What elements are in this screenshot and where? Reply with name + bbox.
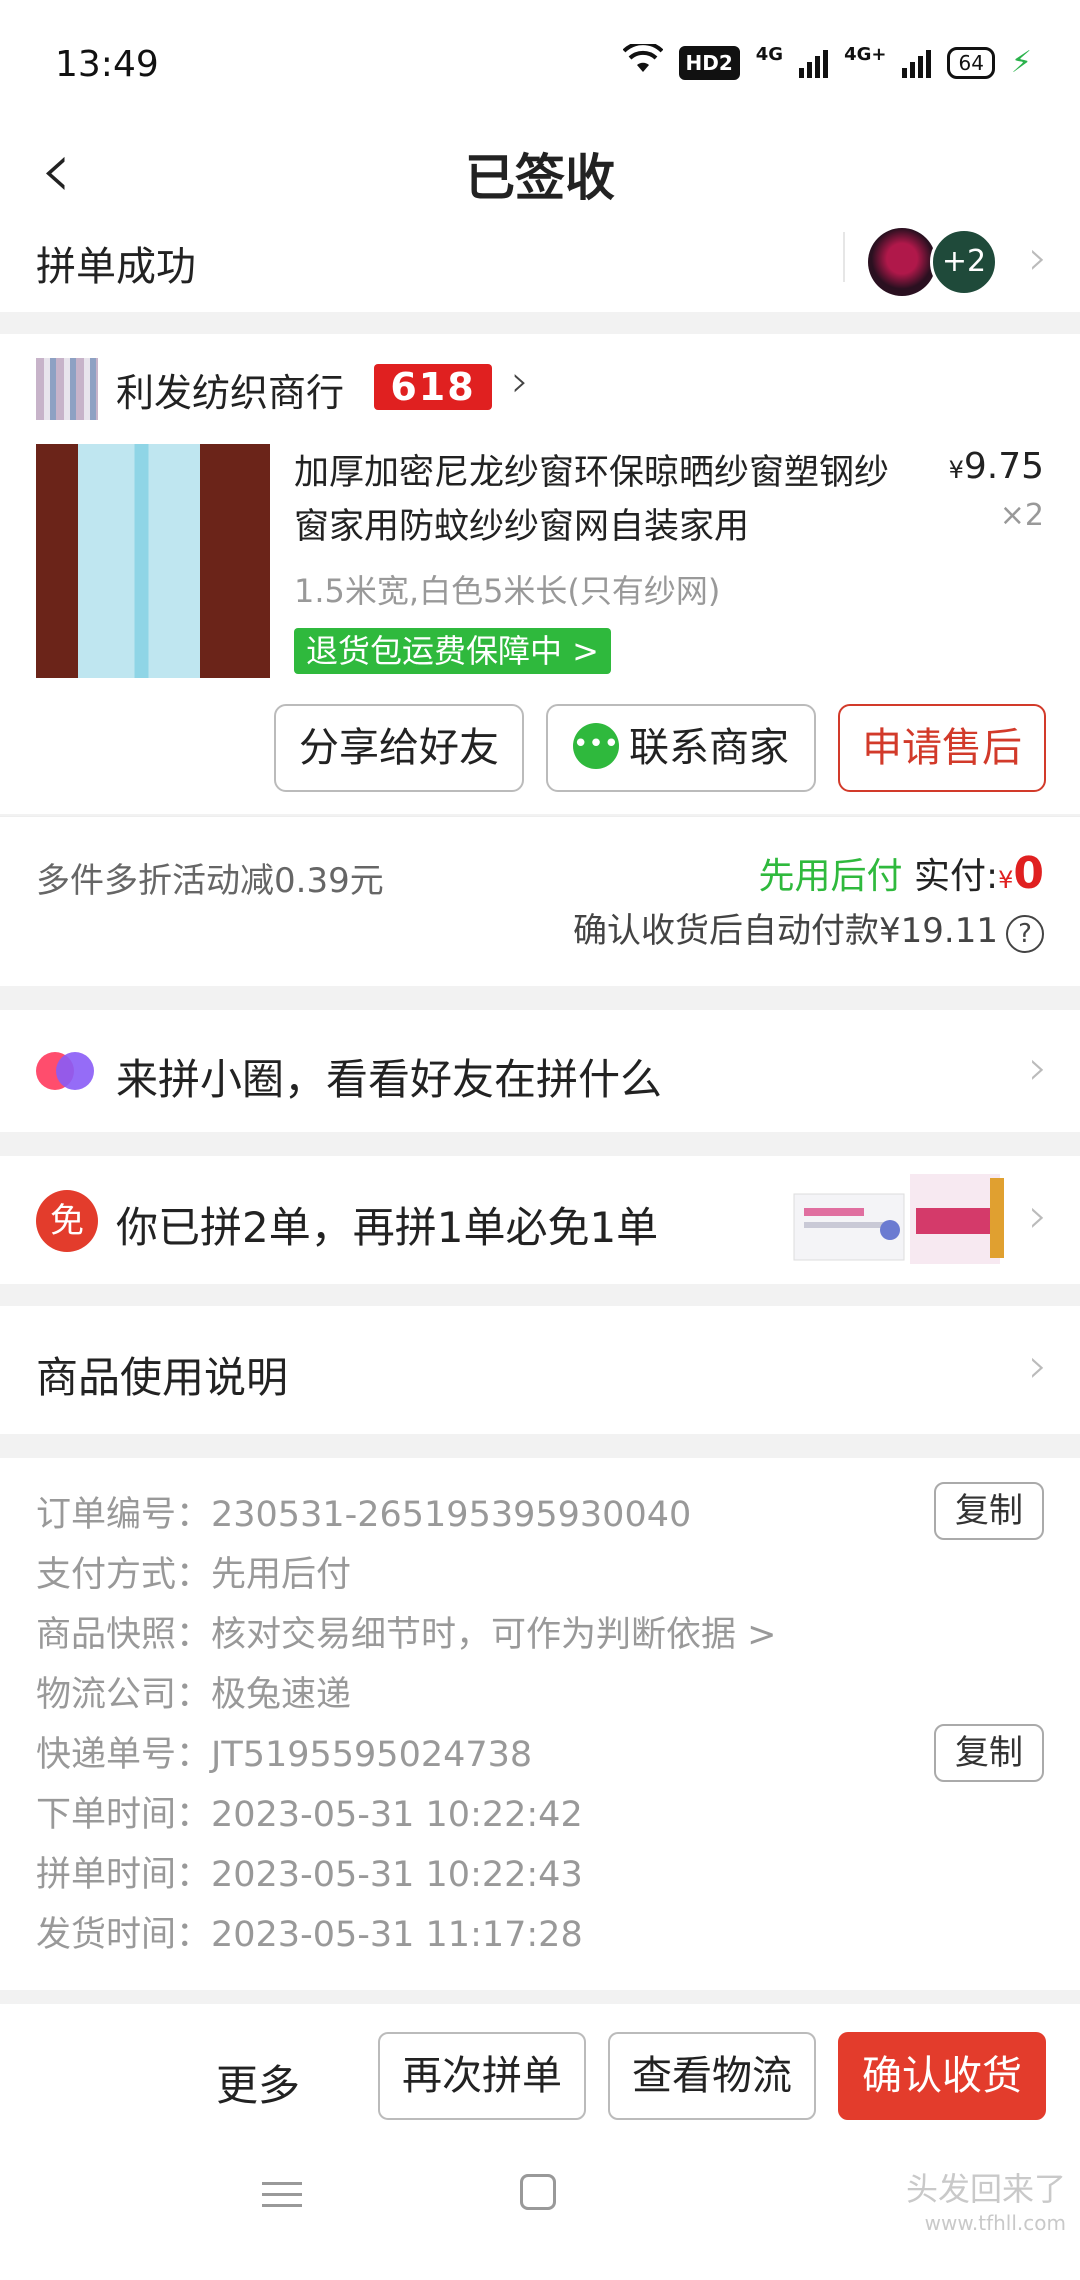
confirm-receipt-button[interactable]: 确认收货 xyxy=(838,2032,1046,2120)
paid-value: 0 xyxy=(1013,848,1044,899)
return-shipping-guarantee-badge[interactable]: 退货包运费保障中 > xyxy=(294,628,611,674)
divider xyxy=(843,232,845,282)
paid-symbol: ¥ xyxy=(998,866,1014,894)
ship-time: 发货时间：2023-05-31 11:17:28 xyxy=(36,1915,583,1955)
bottom-action-bar: 更多 再次拼单 查看物流 确认收货 头发回来了 www.tfhll.com xyxy=(0,2004,1080,2280)
watermark-url: www.tfhll.com xyxy=(924,2211,1066,2235)
charging-bolt-icon: ⚡ xyxy=(1010,45,1032,80)
product-title[interactable]: 加厚加密尼龙纱窗环保晾晒纱窗塑钢纱窗家用防蚊纱纱窗网自装家用 xyxy=(294,446,894,554)
chevron-right-icon: › xyxy=(1028,230,1048,286)
auto-pay-text: 确认收货后自动付款¥19.11 xyxy=(573,911,998,951)
order-info-section: 订单编号：230531-265195395930040 复制 支付方式：先用后付… xyxy=(0,1458,1080,1990)
signal-icon xyxy=(799,48,829,78)
discount-text: 多件多折活动减0.39元 xyxy=(36,861,384,901)
view-logistics-button[interactable]: 查看物流 xyxy=(608,2032,816,2120)
tracking-number: 快递单号：JT5195595024738 xyxy=(36,1735,533,1775)
regroup-button[interactable]: 再次拼单 xyxy=(378,2032,586,2120)
copy-order-number-button[interactable]: 复制 xyxy=(934,1482,1044,1540)
help-icon[interactable]: ? xyxy=(1006,915,1044,953)
menu-key-icon[interactable] xyxy=(262,2174,302,2215)
promo-product-image xyxy=(793,1174,1004,1264)
logistics-company: 物流公司：极兔速递 xyxy=(36,1675,352,1715)
chevron-right-icon: › xyxy=(1028,1188,1048,1244)
chevron-right-icon[interactable]: › xyxy=(500,356,540,407)
paid-label: 实付: xyxy=(913,856,999,897)
paid-amount: 先用后付 实付:¥0 xyxy=(758,847,1044,899)
friend-circle-label: 来拼小圈，看看好友在拼什么 xyxy=(116,1055,663,1104)
product-usage-label: 商品使用说明 xyxy=(36,1353,289,1402)
avatar xyxy=(868,228,936,296)
status-icons: HD2 4G 4G+ 64 ⚡ xyxy=(622,41,1032,81)
product-usage-row[interactable]: 商品使用说明 › xyxy=(0,1306,1080,1434)
circle-logo-icon xyxy=(36,1052,94,1090)
payment-summary: 多件多折活动减0.39元 先用后付 实付:¥0 确认收货后自动付款¥19.11? xyxy=(0,816,1080,986)
group-time: 拼单时间：2023-05-31 10:22:43 xyxy=(36,1855,583,1895)
shop-name[interactable]: 利发纺织商行 xyxy=(116,362,344,417)
contact-seller-button[interactable]: ••• 联系商家 xyxy=(546,704,816,792)
avatar-more-count: +2 xyxy=(930,228,998,296)
share-button[interactable]: 分享给好友 xyxy=(274,704,524,792)
free-badge-icon: 免 xyxy=(36,1190,98,1252)
product-quantity: ×2 xyxy=(999,498,1044,533)
home-key-icon[interactable] xyxy=(520,2174,556,2210)
network-type-2: 4G+ xyxy=(844,44,887,65)
page-title: 已签收 xyxy=(465,149,615,207)
chevron-right-icon: › xyxy=(1028,1040,1048,1096)
chat-bubble-icon: ••• xyxy=(573,723,619,769)
signal-icon xyxy=(902,48,932,78)
friend-circle-row[interactable]: 来拼小圈，看看好友在拼什么 › xyxy=(0,1010,1080,1132)
product-image[interactable] xyxy=(36,444,270,678)
free-order-promo-row[interactable]: 免 你已拼2单，再拼1单必免1单 › xyxy=(0,1156,1080,1284)
battery-icon: 64 xyxy=(947,46,995,79)
promo-badge: 618 xyxy=(374,364,492,410)
price-symbol: ¥ xyxy=(948,456,964,484)
status-bar: 13:49 HD2 4G 4G+ 64 ⚡ xyxy=(0,0,1080,120)
auto-pay-note: 确认收货后自动付款¥19.11? xyxy=(573,903,1044,953)
watermark: 头发回来了 www.tfhll.com xyxy=(906,2172,1066,2240)
order-time: 下单时间：2023-05-31 10:22:42 xyxy=(36,1795,583,1835)
contact-seller-label: 联系商家 xyxy=(629,725,789,771)
product-snapshot-link[interactable]: 商品快照：核对交易细节时，可作为判断依据 > xyxy=(36,1606,776,1657)
price-value: 9.75 xyxy=(963,446,1044,487)
order-number: 订单编号：230531-265195395930040 xyxy=(36,1495,692,1535)
status-time: 13:49 xyxy=(55,44,159,85)
payment-method: 支付方式：先用后付 xyxy=(36,1555,352,1595)
chevron-right-icon: › xyxy=(1028,1338,1048,1394)
group-status-text: 拼单成功 xyxy=(36,244,196,290)
product-price: ¥9.75 xyxy=(949,446,1044,487)
hd-voice-icon: HD2 xyxy=(678,45,740,80)
wifi-icon xyxy=(622,41,663,81)
product-spec: 1.5米宽,白色5米长(只有纱网) xyxy=(294,572,721,610)
network-type-1: 4G xyxy=(755,44,784,65)
nav-bar: ‹ 已签收 xyxy=(0,120,1080,232)
after-sale-button[interactable]: 申请售后 xyxy=(838,704,1046,792)
shop-logo[interactable] xyxy=(36,358,98,420)
pay-later-label: 先用后付 xyxy=(758,856,903,897)
watermark-text: 头发回来了 xyxy=(905,2170,1066,2208)
order-item-card: 利发纺织商行 618 › 加厚加密尼龙纱窗环保晾晒纱窗塑钢纱窗家用防蚊纱纱窗网自… xyxy=(0,334,1080,814)
more-button[interactable]: 更多 xyxy=(216,2052,300,2113)
group-status-bar[interactable]: 拼单成功 +2 › xyxy=(0,228,1080,312)
copy-tracking-number-button[interactable]: 复制 xyxy=(934,1724,1044,1782)
free-order-label: 你已拼2单，再拼1单必免1单 xyxy=(116,1203,659,1252)
